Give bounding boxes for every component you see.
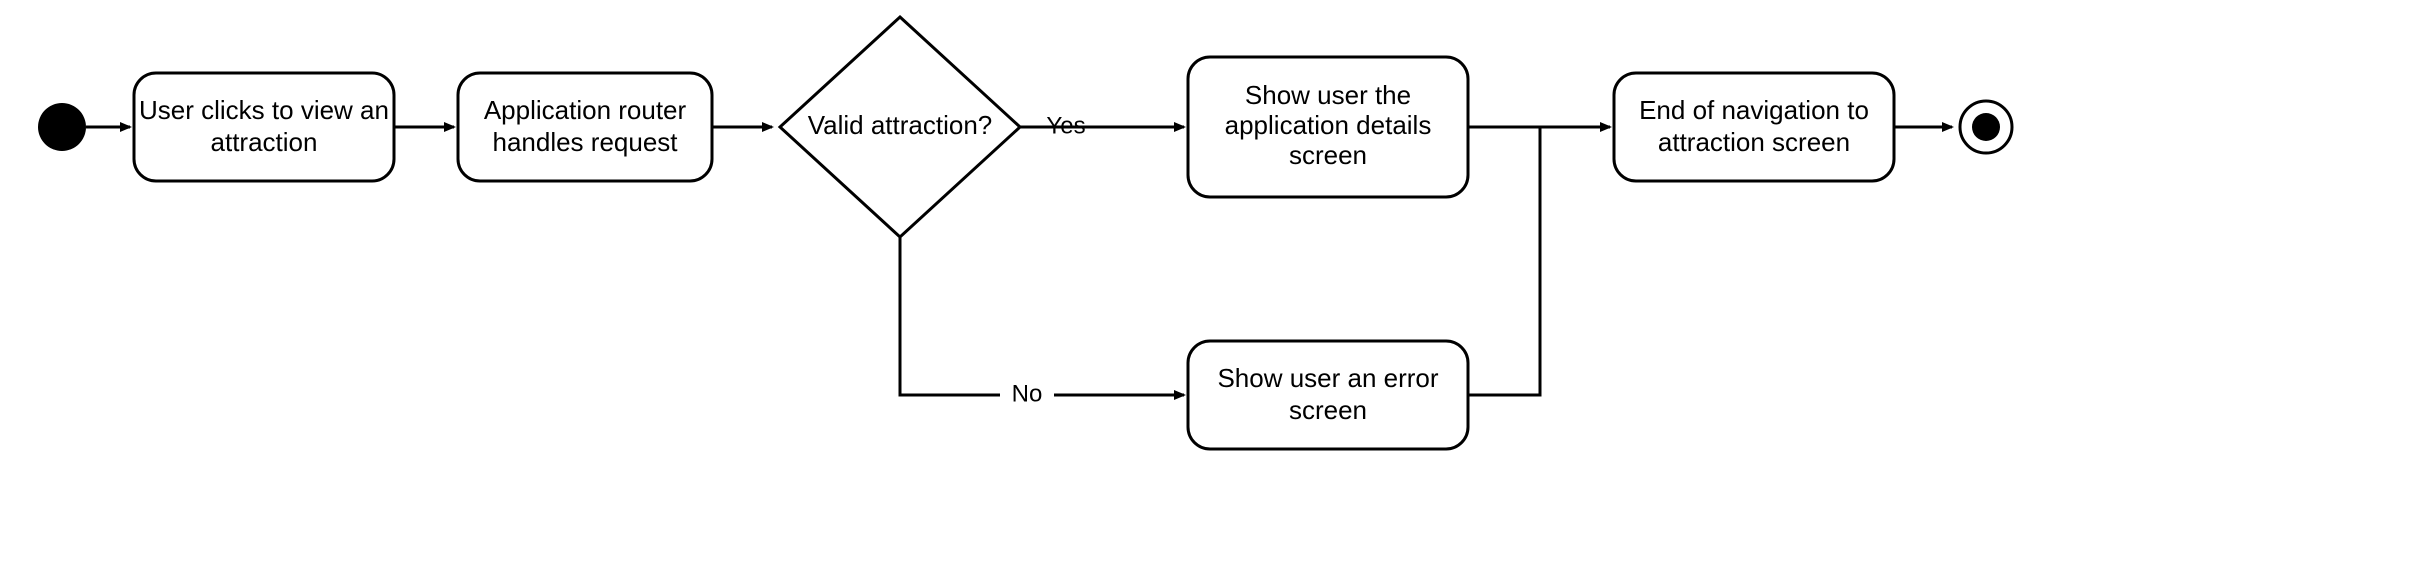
activity-router-line2: handles request: [492, 127, 678, 157]
initial-node: [38, 103, 86, 151]
activity-show-details-line1: Show user the: [1245, 80, 1411, 110]
decision-text: Valid attraction?: [808, 110, 993, 140]
activity-user-clicks-line1: User clicks to view an: [139, 95, 389, 125]
edge-label-no: No: [1012, 380, 1043, 407]
activity-user-clicks-line2: attraction: [211, 127, 318, 157]
activity-show-error-line2: screen: [1289, 395, 1367, 425]
activity-show-details-line2: application details: [1225, 110, 1432, 140]
activity-show-details-line3: screen: [1289, 140, 1367, 170]
edge-error-merge: [1468, 127, 1540, 395]
edge-label-yes: Yes: [1046, 112, 1085, 139]
activity-end-navigation-line1: End of navigation to: [1639, 95, 1869, 125]
activity-diagram: User clicks to view an attraction Applic…: [0, 0, 2418, 564]
activity-router-line1: Application router: [484, 95, 687, 125]
final-node: [1960, 101, 2012, 153]
activity-end-navigation-line2: attraction screen: [1658, 127, 1850, 157]
activity-show-error-line1: Show user an error: [1217, 363, 1438, 393]
edge-decision-no: [900, 237, 1184, 395]
